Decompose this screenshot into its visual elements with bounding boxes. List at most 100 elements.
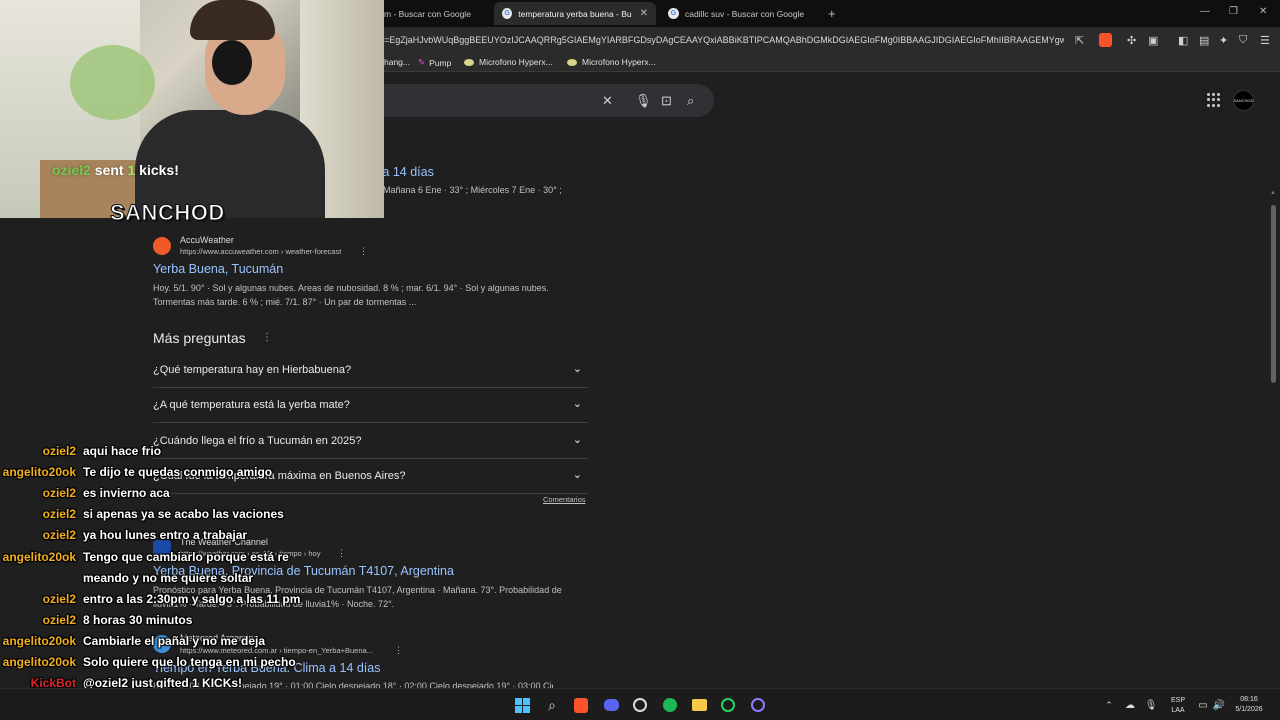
page-scrollbar[interactable] (1271, 205, 1276, 383)
microphone-tray-icon[interactable]: 🎙 (1143, 697, 1159, 713)
streamer-name: SANCHOD (110, 200, 225, 226)
chat-username: angelito20ok (2, 465, 76, 479)
result-options-icon[interactable]: ⋮ (359, 246, 368, 257)
clock[interactable]: 08:16 5/1/2026 (1232, 695, 1266, 715)
chat-username: angelito20ok (2, 655, 76, 669)
network-icon[interactable]: ▭ (1195, 697, 1211, 713)
people-also-ask-options-icon[interactable]: ⋮ (262, 332, 272, 343)
bookmark-favicon-icon (567, 58, 577, 66)
tray-overflow-icon[interactable]: ⌃ (1101, 697, 1117, 713)
search-input[interactable]: ✕ 🎙 ⊡ ⌕ (360, 84, 714, 117)
chat-username: angelito20ok (2, 550, 76, 564)
chat-text: meando y no me quiere soltar (83, 571, 254, 585)
minimize-icon[interactable]: — (1200, 6, 1210, 17)
chevron-down-icon: ⌄ (572, 434, 582, 446)
clock-date: 5/1/2026 (1235, 706, 1263, 713)
clock-time: 08:16 (1240, 696, 1258, 703)
chat-text: Solo quiere que lo tenga en mi pecho (83, 655, 296, 669)
tab-cadillac-suv[interactable]: G cadillc suv - Buscar con Google (660, 2, 812, 25)
accuweather-logo-icon (153, 237, 171, 255)
people-also-ask-title: Más preguntas (153, 330, 246, 346)
whatsapp-icon[interactable] (720, 697, 736, 713)
result-title-accuweather[interactable]: Yerba Buena, Tucumán (153, 262, 283, 276)
chat-text: si apenas ya se acabo las vaciones (83, 507, 284, 521)
bookmark-label: Microfono Hyperx... (479, 57, 553, 67)
question-row[interactable]: ¿Cuándo llega el frío a Tucumán en 2025?… (153, 424, 588, 459)
brave-shields-icon[interactable] (1099, 33, 1112, 47)
chat-username: oziel2 (42, 444, 76, 458)
chat-username: oziel2 (42, 613, 76, 627)
menu-icon[interactable]: ☰ (1260, 34, 1270, 47)
chat-username: oziel2 (42, 507, 76, 521)
google-apps-icon[interactable] (1207, 93, 1221, 107)
chat-username: oziel2 (42, 592, 76, 606)
question-row[interactable]: ¿A qué temperatura está la yerba mate? ⌄ (153, 388, 588, 423)
restore-icon[interactable]: ❐ (1229, 6, 1238, 17)
close-window-icon[interactable]: ✕ (1259, 6, 1267, 17)
chat-text: ya hou lunes entro a trabajar (83, 528, 248, 542)
result-snippet-accuweather-1: Hoy. 5/1. 90° · Sol y algunas nubes. Are… (153, 283, 549, 293)
extensions-icon[interactable]: ✣ (1127, 34, 1136, 47)
file-explorer-icon[interactable] (691, 697, 707, 713)
sidebar-icon[interactable]: ◧ (1178, 34, 1188, 47)
question-text: ¿Cuándo llega el frío a Tucumán en 2025? (153, 435, 362, 447)
bookmark-microfono-2[interactable]: Microfono Hyperx... (567, 57, 656, 67)
account-avatar[interactable]: SANCHOD (1233, 90, 1254, 111)
webcam-overlay: oziel2 sent 1 kicks! (0, 0, 384, 218)
chat-username: angelito20ok (2, 634, 76, 648)
obs-icon[interactable] (632, 697, 648, 713)
alert-text-end: kicks! (135, 162, 179, 178)
close-tab-icon[interactable]: ✕ (640, 8, 648, 19)
tab-label: m - Buscar con Google (384, 8, 471, 19)
bookmark-item[interactable]: hang... (384, 57, 410, 67)
clear-search-icon[interactable]: ✕ (602, 93, 613, 109)
wallet-icon[interactable]: ▣ (1148, 34, 1158, 47)
vpn-shield-icon[interactable]: ⛉ (1239, 34, 1247, 47)
volume-icon[interactable]: 🔊 (1211, 697, 1227, 713)
chevron-down-icon: ⌄ (572, 398, 582, 410)
language-code: ESP (1170, 697, 1185, 704)
keyboard-layout: LAA (1171, 707, 1185, 714)
chevron-down-icon: ⌄ (572, 363, 582, 375)
question-row[interactable]: ¿Qué temperatura hay en Hierbabuena? ⌄ (153, 353, 588, 388)
language-indicator[interactable]: ESP LAA (1168, 696, 1188, 716)
lens-icon[interactable]: ⊡ (661, 93, 672, 109)
app-circle-icon[interactable] (750, 697, 766, 713)
bookmark-pump[interactable]: ✎ Pump (418, 57, 451, 68)
bookmark-microfono-1[interactable]: Microfono Hyperx... (464, 57, 553, 67)
chat-username: oziel2 (42, 486, 76, 500)
site-url-accuweather[interactable]: https://www.accuweather.com › weather-fo… (180, 247, 341, 256)
new-tab-button[interactable]: + (828, 6, 836, 21)
google-favicon-icon: G (668, 8, 679, 19)
share-icon[interactable]: ⇱ (1075, 34, 1084, 47)
microphone-icon[interactable]: 🎙 (635, 93, 652, 109)
windows-start-icon[interactable] (514, 697, 530, 713)
streamer-hair (190, 0, 275, 40)
tab-google-search-1[interactable]: m - Buscar con Google (376, 2, 479, 25)
wallet-card-icon[interactable]: ▤ (1199, 34, 1209, 47)
chevron-down-icon: ⌄ (572, 469, 582, 481)
chat-text: entro a las 2:30pm y salgo a las 11 pm (83, 592, 301, 606)
bookmark-label: Microfono Hyperx... (582, 57, 656, 67)
tab-temperatura-yerba-buena[interactable]: G temperatura yerba buena - Busc ✕ (494, 2, 656, 25)
result-options-icon[interactable]: ⋮ (394, 645, 403, 656)
discord-icon[interactable] (603, 697, 619, 713)
chat-text: aqui hace frio (83, 444, 162, 458)
url-field[interactable]: =EgZjaHJvbWUqBggBEEUYOzIJCAAQRRg5GIAEMgY… (384, 35, 1064, 45)
windows-taskbar: ⌕ ⌃ ☁ 🎙 ESP LAA ▭ 🔊 08:16 5/1/2026 (0, 688, 1280, 720)
result-options-icon[interactable]: ⋮ (337, 548, 346, 559)
webcam-green-blob (70, 45, 155, 120)
taskbar-search-icon[interactable]: ⌕ (544, 697, 560, 713)
bookmark-label: hang... (384, 57, 410, 67)
bookmark-label: Pump (429, 57, 452, 68)
scroll-up-arrow-icon[interactable]: ▲ (1270, 190, 1276, 196)
spotify-icon[interactable] (662, 697, 678, 713)
cloud-app-icon[interactable]: ☁ (1122, 697, 1138, 713)
brave-browser-icon[interactable] (573, 697, 589, 713)
headset-icon (212, 40, 252, 85)
chat-username: oziel2 (42, 528, 76, 542)
leo-ai-icon[interactable]: ✦ (1219, 34, 1228, 47)
feedback-link[interactable]: Comentarios (543, 495, 586, 504)
search-icon[interactable]: ⌕ (687, 93, 694, 109)
google-favicon-icon: G (502, 8, 513, 19)
